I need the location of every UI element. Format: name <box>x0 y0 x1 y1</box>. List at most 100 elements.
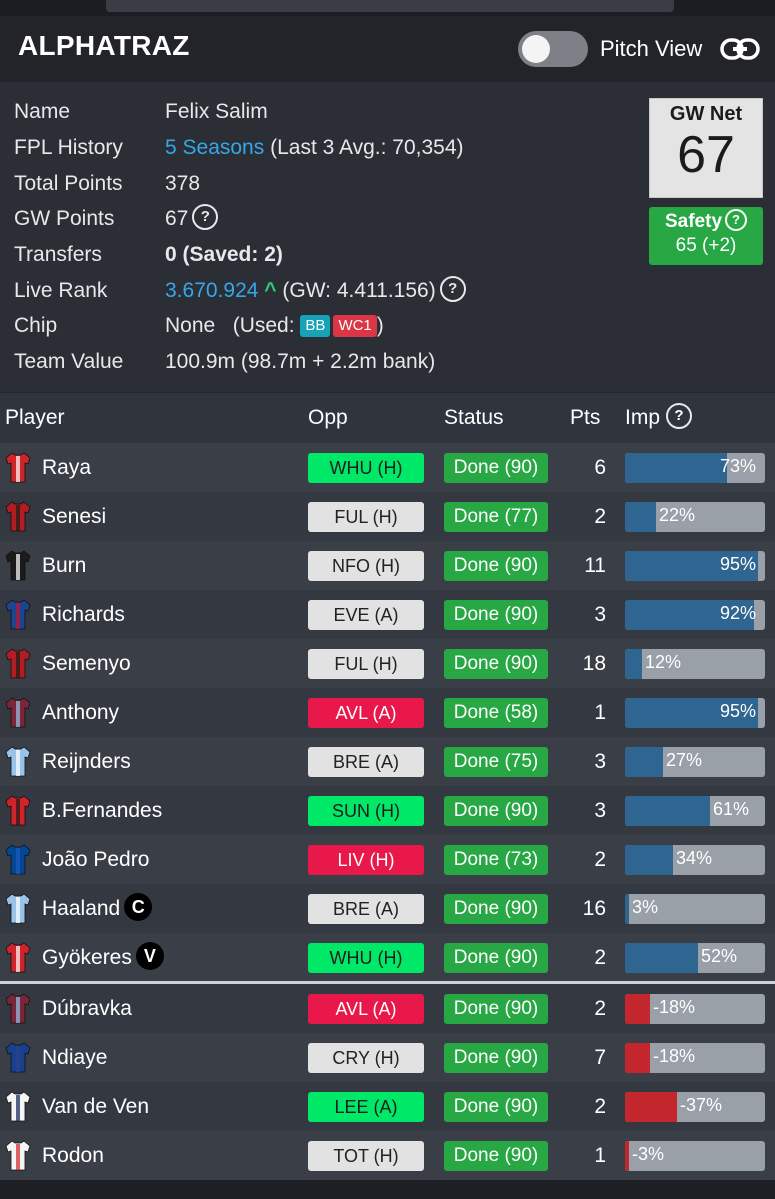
player-name-cell[interactable]: Semenyo <box>42 639 131 688</box>
rank-up-arrow-icon: ^ <box>264 279 277 302</box>
status-badge: Done (90) <box>444 551 548 581</box>
impact-fill <box>625 796 710 826</box>
impact-bar: 22% <box>625 502 765 532</box>
status-badge: Done (90) <box>444 894 548 924</box>
opponent-badge: WHU (H) <box>308 943 424 973</box>
table-row[interactable]: Haaland C BRE (A) Done (90) 16 3% <box>0 884 775 934</box>
shirt-icon <box>5 746 31 777</box>
bench-divider <box>0 981 775 984</box>
player-name-cell[interactable]: Dúbravka <box>42 984 132 1033</box>
opponent-badge: AVL (A) <box>308 698 424 728</box>
shirt-icon <box>5 452 31 483</box>
player-name-cell[interactable]: Van de Ven <box>42 1082 149 1131</box>
opponent-badge: SUN (H) <box>308 796 424 826</box>
player-name: Richards <box>42 603 125 626</box>
seasons-link[interactable]: 5 Seasons <box>165 136 264 159</box>
opponent-badge: NFO (H) <box>308 551 424 581</box>
table-row[interactable]: Senesi FUL (H) Done (77) 2 22% <box>0 492 775 542</box>
header: ALPHATRAZ Pitch View <box>0 16 775 82</box>
imp-label: Imp <box>625 406 661 429</box>
impact-bar: -37% <box>625 1092 765 1122</box>
player-name-cell[interactable]: Ndiaye <box>42 1033 107 1082</box>
safety-card[interactable]: Safety? 65 (+2) <box>649 207 763 265</box>
player-points: 2 <box>594 946 606 969</box>
col-header-pts[interactable]: Pts <box>570 393 600 443</box>
table-row[interactable]: João Pedro LIV (H) Done (73) 2 34% <box>0 835 775 885</box>
help-icon[interactable]: ? <box>666 403 693 430</box>
live-rank-value[interactable]: 3.670.924 <box>165 279 258 302</box>
col-header-status[interactable]: Status <box>444 393 504 443</box>
impact-value: -3% <box>632 1144 665 1164</box>
info-label: Transfers <box>14 243 102 266</box>
pitch-view-toggle[interactable] <box>518 31 588 67</box>
col-header-player[interactable]: Player <box>5 393 65 443</box>
opponent-badge: BRE (A) <box>308 894 424 924</box>
drag-handle[interactable] <box>106 0 674 12</box>
gw-points-value: 67 <box>165 207 189 230</box>
help-icon[interactable]: ? <box>439 276 466 303</box>
table-row[interactable]: Gyökeres V WHU (H) Done (90) 2 52% <box>0 933 775 983</box>
player-name-cell[interactable]: Reijnders <box>42 737 131 786</box>
top-strip <box>0 0 775 16</box>
impact-fill <box>625 845 673 875</box>
player-name-cell[interactable]: Richards <box>42 590 125 639</box>
col-header-imp[interactable]: Imp? <box>625 393 693 443</box>
pitch-view-label: Pitch View <box>600 36 703 61</box>
player-name-cell[interactable]: Anthony <box>42 688 119 737</box>
table-row[interactable]: Van de Ven LEE (A) Done (90) 2 -37% <box>0 1082 775 1132</box>
gw-points-value-wrap: 67? <box>165 204 219 234</box>
help-icon[interactable]: ? <box>725 209 748 231</box>
player-name: Reijnders <box>42 750 131 773</box>
status-badge: Done (90) <box>444 994 548 1024</box>
player-name-cell[interactable]: Haaland C <box>42 884 153 933</box>
player-name-cell[interactable]: João Pedro <box>42 835 149 884</box>
player-name: Haaland <box>42 897 121 920</box>
transfers-value: 0 (Saved: 2) <box>165 243 283 266</box>
table-row[interactable]: Raya WHU (H) Done (90) 6 73% <box>0 443 775 493</box>
shirt-icon <box>5 501 31 532</box>
bottom-bar <box>0 1180 775 1199</box>
table-row[interactable]: Semenyo FUL (H) Done (90) 18 12% <box>0 639 775 689</box>
chip-wrap: None (Used: BB WC1) <box>165 311 384 341</box>
info-label: Name <box>14 100 71 123</box>
impact-value: 61% <box>713 799 750 819</box>
impact-bar: 61% <box>625 796 765 826</box>
table-row[interactable]: B.Fernandes SUN (H) Done (90) 3 61% <box>0 786 775 836</box>
toggle-knob[interactable] <box>522 35 550 63</box>
impact-value: 27% <box>666 750 703 770</box>
player-name: B.Fernandes <box>42 799 163 822</box>
player-name-cell[interactable]: Burn <box>42 541 86 590</box>
shirt-icon <box>5 697 31 728</box>
table-row[interactable]: Burn NFO (H) Done (90) 11 95% <box>0 541 775 591</box>
impact-value: 3% <box>632 897 659 917</box>
player-name-cell[interactable]: Rodon <box>42 1131 104 1180</box>
safety-label: Safety <box>664 211 723 233</box>
table-row[interactable]: Ndiaye CRY (H) Done (90) 7 -18% <box>0 1033 775 1083</box>
table-row[interactable]: Reijnders BRE (A) Done (75) 3 27% <box>0 737 775 787</box>
player-name: Semenyo <box>42 652 131 675</box>
impact-value: 12% <box>645 652 682 672</box>
player-name-cell[interactable]: Raya <box>42 443 91 492</box>
impact-bar: 73% <box>625 453 765 483</box>
player-name-cell[interactable]: Senesi <box>42 492 106 541</box>
table-row[interactable]: Anthony AVL (A) Done (58) 1 95% <box>0 688 775 738</box>
info-label: Team Value <box>14 350 124 373</box>
col-header-opp[interactable]: Opp <box>308 393 348 443</box>
table-row[interactable]: Richards EVE (A) Done (90) 3 92% <box>0 590 775 640</box>
table-row[interactable]: Rodon TOT (H) Done (90) 1 -3% <box>0 1131 775 1181</box>
player-name-cell[interactable]: Gyökeres V <box>42 933 164 982</box>
table-row[interactable]: Dúbravka AVL (A) Done (90) 2 -18% <box>0 984 775 1034</box>
status-badge: Done (90) <box>444 1141 548 1171</box>
impact-value: 95% <box>720 554 757 574</box>
status-badge: Done (77) <box>444 502 548 532</box>
impact-fill <box>625 1141 629 1171</box>
link-icon[interactable] <box>720 36 760 62</box>
player-name-cell[interactable]: B.Fernandes <box>42 786 162 835</box>
status-badge: Done (75) <box>444 747 548 777</box>
status-badge: Done (90) <box>444 943 548 973</box>
help-icon[interactable]: ? <box>192 204 219 231</box>
manager-name: Felix Salim <box>165 100 268 123</box>
impact-fill <box>625 894 629 924</box>
gw-rank-value: (GW: 4.411.156) <box>282 279 436 302</box>
impact-bar: -18% <box>625 994 765 1024</box>
